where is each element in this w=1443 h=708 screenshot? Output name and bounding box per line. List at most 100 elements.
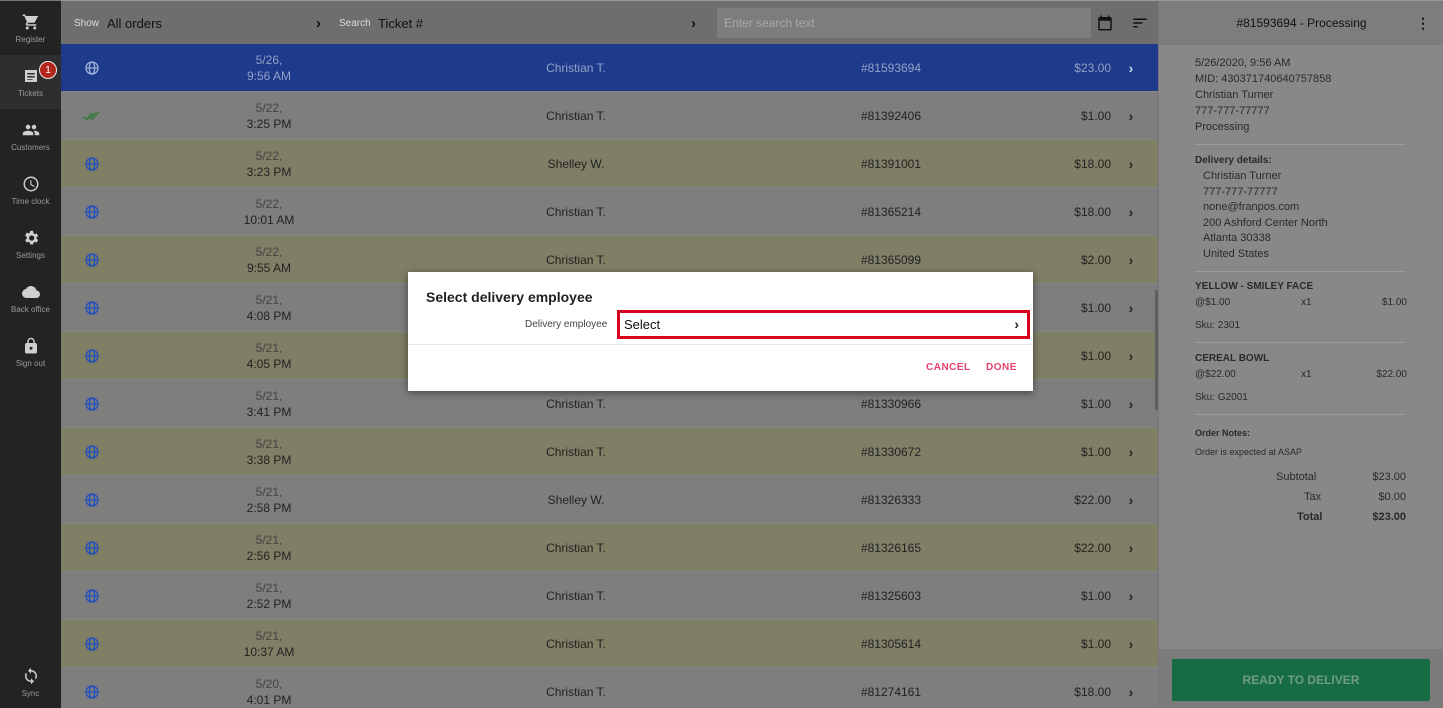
nav-tickets[interactable]: Tickets 1 (0, 55, 61, 109)
item-sku: Sku: 2301 (1195, 320, 1241, 331)
chevron-right-icon[interactable]: › (1123, 284, 1139, 332)
ticket-date: 5/26, (255, 53, 283, 67)
ticket-row[interactable]: 5/20, 4:01 PM Christian T. #81274161 $18.00 › (61, 668, 1158, 708)
ticket-datetime: 5/21, 4:08 PM (219, 284, 319, 332)
ticket-row[interactable]: 5/22, 3:25 PM Christian T. #81392406 $1.00 › (61, 92, 1158, 140)
nav-tickets-label: Tickets (17, 88, 44, 98)
show-label: Show (74, 17, 100, 29)
ticket-datetime: 5/20, 4:01 PM (219, 668, 319, 708)
ticket-customer: Shelley W. (547, 493, 605, 507)
ticket-row[interactable]: 5/21, 3:38 PM Christian T. #81330672 $1.00 › (61, 428, 1158, 476)
ticket-datetime: 5/21, 10:37 AM (219, 620, 319, 668)
order-item: CEREAL BOWL @$22.00 x1 $22.00 Sku: G2001 (1195, 351, 1407, 415)
delivery-line: Christian Turner (1203, 170, 1282, 182)
search-input[interactable]: Enter search text (717, 8, 1091, 38)
ticket-row[interactable]: 5/22, 3:23 PM Shelley W. #81391001 $18.00 › (61, 140, 1158, 188)
order-notes-title: Order Notes: (1195, 428, 1251, 438)
ticket-number: #81305614 (860, 637, 922, 651)
sort-icon[interactable] (1131, 14, 1149, 32)
subtotal-value: $23.00 (1372, 471, 1406, 483)
nav-time-clock[interactable]: Time clock (0, 163, 61, 217)
show-filter-select[interactable]: All orders (107, 1, 162, 45)
chevron-right-icon[interactable]: › (1123, 140, 1139, 188)
delivery-line: 200 Ashford Center North (1203, 216, 1328, 229)
dialog-divider (408, 344, 1033, 345)
nav-back-office-label: Back office (11, 304, 50, 314)
ticket-row[interactable]: 5/26, 9:56 AM Christian T. #81593694 $23.00 › (61, 44, 1158, 92)
nav-sign-out-label: Sign out (15, 358, 46, 368)
more-options-icon[interactable]: ⋮ (1416, 15, 1430, 32)
ticket-time: 10:01 AM (243, 213, 295, 227)
ticket-row[interactable]: 5/21, 2:58 PM Shelley W. #81326333 $22.00 › (61, 476, 1158, 524)
item-amount: $22.00 (1376, 369, 1407, 380)
ticket-time: 3:41 PM (246, 405, 292, 419)
item-qty: x1 (1301, 297, 1312, 308)
chevron-right-icon[interactable]: › (1123, 188, 1139, 236)
gear-icon (24, 230, 38, 245)
chevron-right-icon[interactable]: › (1123, 428, 1139, 476)
nav-sync-label: Sync (21, 688, 40, 698)
nav-back-office[interactable]: Back office (0, 271, 61, 325)
done-button[interactable]: DONE (986, 362, 1017, 373)
search-field-select[interactable]: Ticket # (378, 1, 423, 45)
delivery-employee-select[interactable]: Select › (617, 310, 1030, 339)
chevron-right-icon[interactable]: › (1123, 92, 1139, 140)
ticket-row[interactable]: 5/21, 2:56 PM Christian T. #81326165 $22.00 › (61, 524, 1158, 572)
ticket-row[interactable]: 5/22, 10:01 AM Christian T. #81365214 $18.00… (61, 188, 1158, 236)
ticket-customer: Christian T. (546, 445, 606, 459)
item-sku: Sku: G2001 (1195, 392, 1248, 403)
chevron-right-icon[interactable]: › (1123, 332, 1139, 380)
item-qty: x1 (1301, 369, 1312, 380)
chevron-right-icon[interactable]: › (1123, 380, 1139, 428)
ticket-total: $1.00 (1080, 397, 1111, 411)
filter-toolbar: Show All orders › Search Ticket # › Ente… (61, 0, 1158, 44)
calendar-icon[interactable] (1096, 14, 1114, 32)
ticket-detail-panel: #81593694 - Processing ⋮ 5/26/2020, 9:56… (1158, 0, 1443, 708)
chevron-right-icon[interactable]: › (1123, 572, 1139, 620)
nav-sync[interactable]: Sync (0, 655, 61, 708)
show-filter-chevron-icon[interactable]: › (316, 1, 321, 45)
cancel-button[interactable]: CANCEL (926, 362, 971, 373)
sidebar: Register Tickets 1 Customers Time clock … (0, 0, 61, 708)
people-icon (22, 124, 39, 135)
chevron-right-icon[interactable]: › (1123, 44, 1139, 92)
ticket-customer: Christian T. (546, 541, 606, 555)
clock-icon (23, 176, 38, 191)
nav-settings[interactable]: Settings (0, 217, 61, 271)
select-delivery-employee-dialog: Select delivery employee Delivery employ… (408, 272, 1033, 391)
customer-phone: 777-777-77777 (1195, 105, 1270, 117)
divider (1195, 414, 1405, 415)
order-mid: MID: 430371740640757858 (1195, 73, 1332, 85)
ticket-time: 9:55 AM (246, 261, 292, 275)
ticket-time: 10:37 AM (243, 645, 295, 659)
chevron-right-icon[interactable]: › (1123, 476, 1139, 524)
ticket-total: $1.00 (1080, 301, 1111, 315)
ticket-date: 5/22, (255, 197, 283, 211)
ticket-datetime: 5/22, 9:55 AM (219, 236, 319, 284)
nav-register[interactable]: Register (0, 1, 61, 55)
double-check-icon (83, 92, 101, 140)
nav-sign-out[interactable]: Sign out (0, 325, 61, 379)
chevron-right-icon[interactable]: › (1123, 524, 1139, 572)
search-field-chevron-icon[interactable]: › (691, 1, 696, 45)
ticket-time: 2:52 PM (246, 597, 292, 611)
globe-icon (83, 332, 101, 380)
chevron-right-icon[interactable]: › (1123, 236, 1139, 284)
ticket-time: 9:56 AM (246, 69, 292, 83)
chevron-right-icon[interactable]: › (1123, 620, 1139, 668)
ticket-date: 5/22, (255, 101, 283, 115)
ticket-detail-title: #81593694 - Processing (1236, 16, 1367, 30)
nav-customers[interactable]: Customers (0, 109, 61, 163)
ticket-total: $2.00 (1080, 253, 1111, 267)
ticket-number: #81391001 (860, 157, 922, 171)
chevron-right-icon[interactable]: › (1123, 668, 1139, 708)
ticket-date: 5/21, (255, 389, 283, 403)
delivery-line: Atlanta 30338 (1203, 232, 1271, 244)
ready-to-deliver-button[interactable]: READY TO DELIVER (1172, 659, 1430, 701)
divider (1195, 144, 1405, 145)
ticket-row[interactable]: 5/21, 2:52 PM Christian T. #81325603 $1.00 › (61, 572, 1158, 620)
ticket-time: 3:38 PM (246, 453, 292, 467)
ticket-row[interactable]: 5/21, 10:37 AM Christian T. #81305614 $1.00 › (61, 620, 1158, 668)
ticket-datetime: 5/21, 3:38 PM (219, 428, 319, 476)
ticket-date: 5/21, (255, 581, 283, 595)
